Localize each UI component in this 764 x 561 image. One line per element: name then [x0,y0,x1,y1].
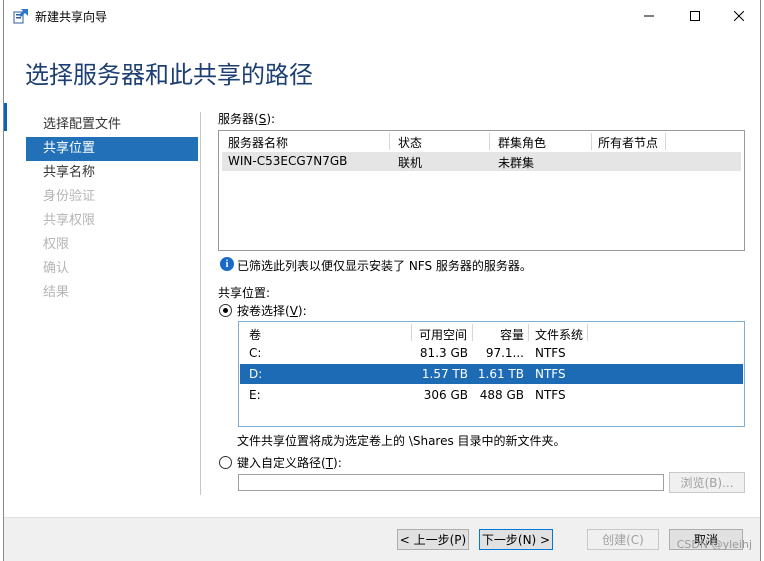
free-space-cell: 81.3 GB [419,346,468,360]
new-share-wizard-window: 新建共享向导 选择服务器和此共享的路径 选择配置文件 共享位置 共享名称 身份验… [3,0,761,561]
server-cluster-role-cell: 未群集 [498,156,535,170]
minimize-button[interactable] [626,0,672,32]
create-button[interactable]: 创建(C) [587,529,659,550]
column-header-status[interactable]: 状态 [398,134,422,151]
column-header-cluster-role[interactable]: 群集角色 [498,134,546,151]
server-status-cell: 联机 [398,156,423,170]
file-system-cell: NTFS [535,367,566,381]
volume-list-header: 卷 可用空间 容量 文件系统 [239,322,744,343]
by-volume-label[interactable]: 按卷选择(V): [237,302,307,319]
column-header-capacity[interactable]: 容量 [472,326,524,343]
nav-item-select-profile[interactable]: 选择配置文件 [26,113,198,137]
title-bar[interactable]: 新建共享向导 [4,0,760,32]
info-message: 已筛选此列表以便仅显示安装了 NFS 服务器的服务器。 [237,259,532,273]
wizard-footer: < 上一步(P) 下一步(N) > 创建(C) 取消 CSDN @yleihj [4,517,760,561]
servers-label: 服务器(S): [218,112,276,126]
nav-item-permissions: 权限 [43,237,70,252]
table-row[interactable]: C: 81.3 GB 97.1... NTFS [240,343,743,363]
server-list-header: 服务器名称 状态 群集角色 所有者节点 [219,131,744,152]
shares-folder-note: 文件共享位置将成为选定卷上的 \Shares 目录中的新文件夹。 [237,434,566,448]
capacity-cell: 488 GB [479,388,524,402]
nav-item-share-location[interactable]: 共享位置 [26,137,198,161]
close-button[interactable] [716,0,762,32]
server-name-cell: WIN-C53ECG7N7GB [228,154,348,168]
column-header-owner-node[interactable]: 所有者节点 [598,134,658,151]
window-title: 新建共享向导 [35,10,108,24]
volume-cell: E: [249,388,261,402]
previous-button[interactable]: < 上一步(P) [397,529,469,550]
nav-item-results: 结果 [43,285,70,300]
capacity-cell: 1.61 TB [477,367,524,381]
info-icon: i [220,257,234,271]
custom-path-radio[interactable] [219,456,232,469]
custom-path-input[interactable] [238,474,664,491]
column-header-free-space[interactable]: 可用空间 [419,326,467,343]
table-row[interactable]: WIN-C53ECG7N7GB 联机 未群集 [222,152,741,171]
column-header-volume[interactable]: 卷 [249,326,261,343]
nav-divider [200,112,201,495]
minimize-icon [644,15,654,17]
file-system-cell: NTFS [535,346,566,360]
file-system-cell: NTFS [535,388,566,402]
wizard-steps-nav: 选择配置文件 共享位置 共享名称 身份验证 共享权限 权限 确认 结果 [26,113,198,305]
close-icon [734,11,744,21]
nav-item-confirmation: 确认 [43,261,70,276]
share-location-label: 共享位置: [218,286,271,300]
maximize-icon [690,11,700,21]
free-space-cell: 1.57 TB [421,367,468,381]
browse-button[interactable]: 浏览(B)... [669,472,745,493]
column-header-server-name[interactable]: 服务器名称 [228,134,288,151]
left-accent-bar [4,103,7,131]
nav-item-share-permissions: 共享权限 [43,213,96,228]
capacity-cell: 97.1... [485,346,524,360]
volume-cell: D: [249,367,263,381]
table-row-selected[interactable]: D: 1.57 TB 1.61 TB NTFS [240,364,743,384]
volume-list[interactable]: 卷 可用空间 容量 文件系统 C: 81.3 GB 97.1... NTFS D… [238,321,745,427]
watermark: CSDN @yleihj [676,538,752,551]
nav-item-authentication: 身份验证 [43,189,96,204]
custom-path-label[interactable]: 键入自定义路径(T): [237,454,342,471]
server-list[interactable]: 服务器名称 状态 群集角色 所有者节点 WIN-C53ECG7N7GB 联机 未… [218,130,745,251]
maximize-button[interactable] [672,0,718,32]
page-title: 选择服务器和此共享的路径 [25,61,313,89]
next-button[interactable]: 下一步(N) > [479,529,553,550]
column-header-file-system[interactable]: 文件系统 [535,326,583,343]
volume-cell: C: [249,346,262,360]
free-space-cell: 306 GB [423,388,468,402]
table-row[interactable]: E: 306 GB 488 GB NTFS [240,385,743,405]
server-manager-icon [13,9,28,24]
by-volume-radio[interactable] [219,304,232,317]
nav-item-share-name[interactable]: 共享名称 [26,161,198,185]
